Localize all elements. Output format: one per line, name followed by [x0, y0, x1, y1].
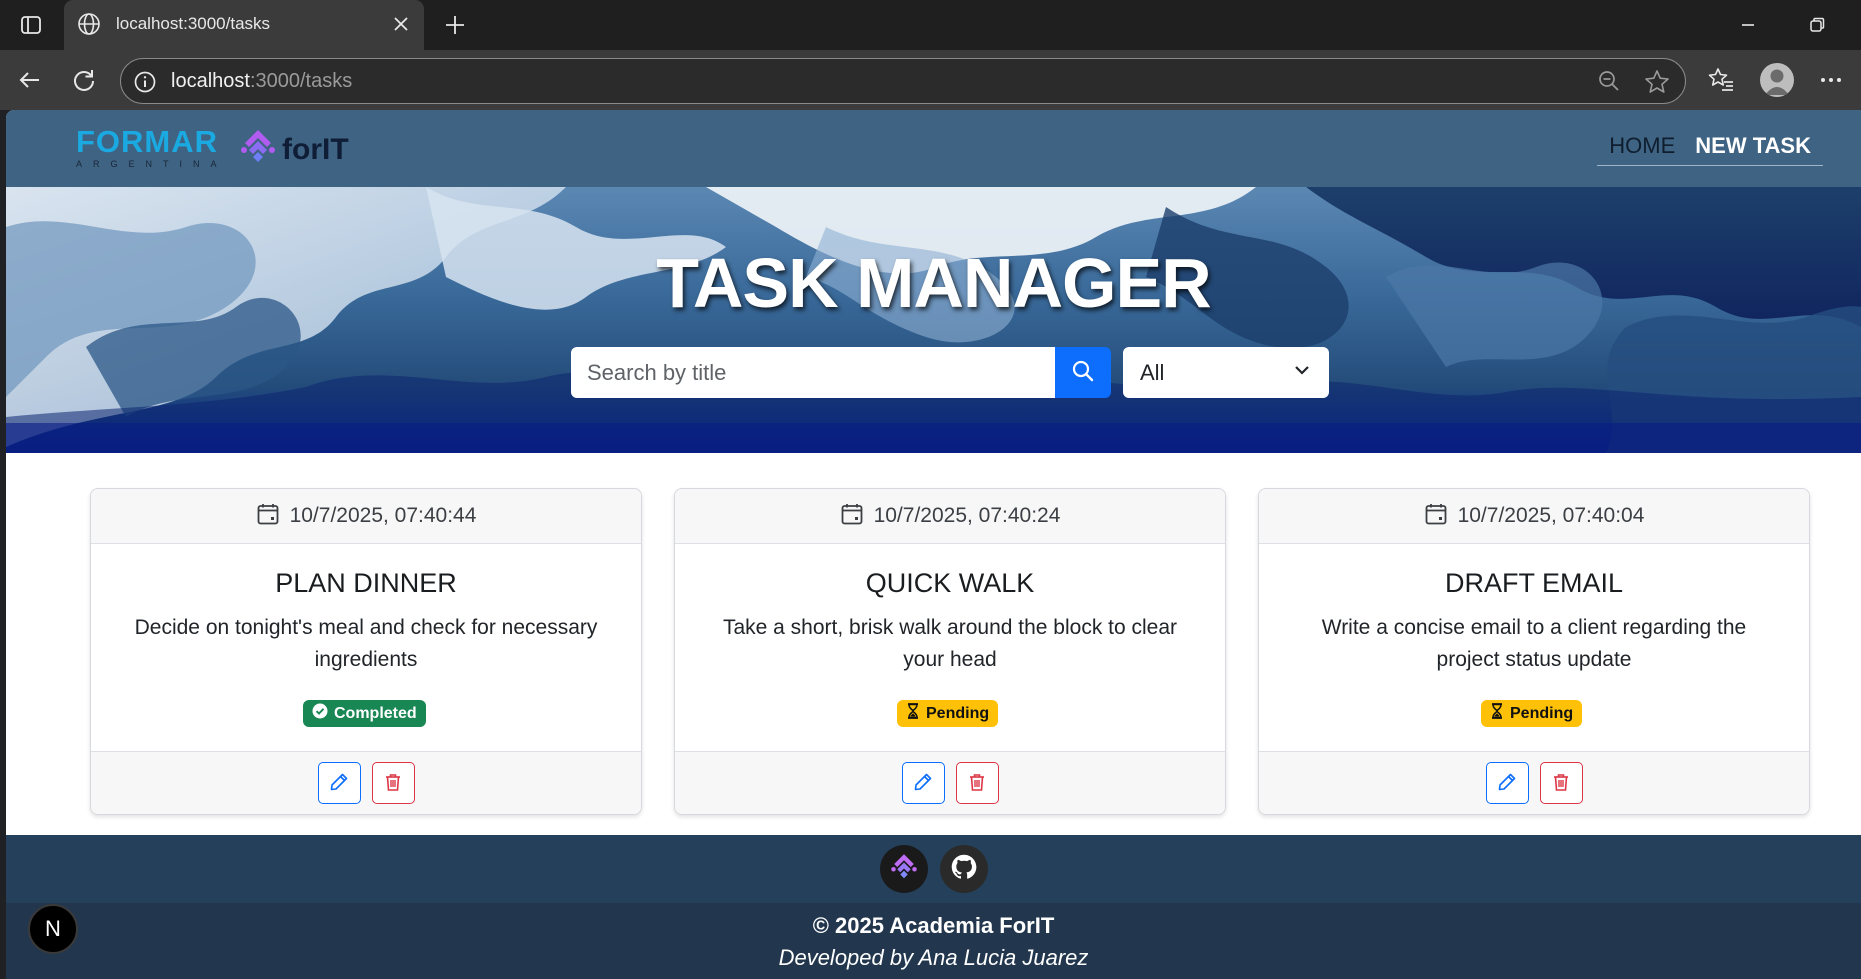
calendar-icon [256, 502, 280, 531]
chevron-down-icon [1293, 361, 1311, 384]
task-card: 10/7/2025, 07:40:04 DRAFT EMAIL Write a … [1258, 488, 1810, 815]
status-badge-label: Pending [1510, 704, 1574, 722]
trash-icon [1551, 772, 1571, 795]
close-icon[interactable] [390, 13, 412, 40]
task-card: 10/7/2025, 07:40:24 QUICK WALK Take a sh… [674, 488, 1226, 815]
delete-task-button[interactable] [371, 762, 415, 804]
formar-logo[interactable]: FORMAR ARGENTINA [76, 126, 228, 169]
minimize-icon[interactable] [1728, 8, 1768, 42]
info-icon[interactable] [133, 70, 157, 99]
status-badge: Pending [1481, 700, 1583, 727]
star-icon[interactable] [1643, 68, 1671, 101]
browser-tab[interactable]: localhost:3000/tasks [64, 0, 424, 50]
task-title: QUICK WALK [865, 568, 1035, 598]
github-icon [950, 853, 978, 886]
nav-links: HOME NEW TASK [1597, 126, 1823, 166]
task-card-header: 10/7/2025, 07:40:44 [91, 489, 641, 544]
plus-icon[interactable] [438, 8, 472, 42]
copyright-text: © 2025 Academia ForIT [812, 913, 1055, 938]
nav-new-task-link[interactable]: NEW TASK [1695, 133, 1811, 159]
back-icon[interactable] [12, 62, 48, 98]
task-date: 10/7/2025, 07:40:44 [289, 504, 477, 527]
site-footer: © 2025 Academia ForIT Developed by Ana L… [6, 835, 1861, 979]
trash-icon [383, 772, 403, 795]
search-input[interactable] [571, 347, 1055, 398]
task-card-body: PLAN DINNER Decide on tonight's meal and… [91, 544, 641, 751]
check-circle-icon [312, 703, 328, 724]
address-bar: localhost:3000/tasks [0, 50, 1861, 110]
search-button[interactable] [1055, 347, 1111, 398]
status-badge-label: Completed [334, 704, 417, 722]
developer-credit: Developed by Ana Lucia Juarez [778, 945, 1089, 970]
profile-icon[interactable] [1760, 63, 1794, 97]
task-title: DRAFT EMAIL [1444, 568, 1624, 598]
status-badge: Completed [303, 700, 426, 727]
task-date: 10/7/2025, 07:40:24 [873, 504, 1061, 527]
task-card-body: DRAFT EMAIL Write a concise email to a c… [1259, 544, 1809, 751]
task-title: PLAN DINNER [275, 568, 457, 598]
task-description: Write a concise email to a client regard… [1321, 616, 1747, 671]
pencil-icon [913, 772, 933, 795]
forit-logo[interactable]: forIT [238, 128, 349, 171]
browser-tab-bar: localhost:3000/tasks [0, 0, 1861, 50]
page-title: TASK MANAGER [656, 244, 1211, 322]
reload-icon[interactable] [66, 62, 102, 98]
edit-task-button[interactable] [317, 762, 361, 804]
status-badge-label: Pending [926, 704, 990, 722]
task-card-body: QUICK WALK Take a short, brisk walk arou… [675, 544, 1225, 751]
footer-social-links [6, 835, 1861, 903]
task-description: Take a short, brisk walk around the bloc… [722, 616, 1178, 671]
url-field[interactable]: localhost:3000/tasks [120, 58, 1686, 104]
restore-icon[interactable] [1797, 8, 1837, 42]
site-navbar: FORMAR ARGENTINA forIT HOME NEW TASK [6, 110, 1861, 187]
calendar-icon [1424, 502, 1448, 531]
tab-title: localhost:3000/tasks [116, 14, 271, 33]
url-text: localhost:3000/tasks [171, 70, 353, 92]
pencil-icon [329, 772, 349, 795]
nav-home-link[interactable]: HOME [1609, 133, 1675, 159]
task-description: Decide on tonight's meal and check for n… [134, 616, 598, 671]
search-group [571, 347, 1111, 398]
calendar-icon [840, 502, 864, 531]
task-card-footer [91, 751, 641, 814]
task-date: 10/7/2025, 07:40:04 [1457, 504, 1645, 527]
delete-task-button[interactable] [1539, 762, 1583, 804]
more-icon[interactable] [1812, 61, 1850, 99]
page-viewport: FORMAR ARGENTINA forIT HOME NEW TASK TAS… [6, 110, 1861, 979]
status-filter-value: All [1140, 359, 1165, 385]
forit-icon [889, 852, 919, 887]
hero-banner: TASK MANAGER All [6, 187, 1861, 453]
forit-icon [238, 128, 278, 171]
task-list: 10/7/2025, 07:40:44 PLAN DINNER Decide o… [90, 488, 1813, 818]
edit-task-button[interactable] [901, 762, 945, 804]
task-card-footer [1259, 751, 1809, 814]
hourglass-icon [1490, 703, 1504, 724]
forit-social-link[interactable] [879, 845, 928, 893]
status-filter-select[interactable]: All [1123, 347, 1329, 398]
trash-icon [967, 772, 987, 795]
sidebar-icon[interactable] [16, 10, 46, 40]
pencil-icon [1497, 772, 1517, 795]
globe-icon [76, 11, 102, 42]
delete-task-button[interactable] [955, 762, 999, 804]
status-badge: Pending [897, 700, 999, 727]
search-icon [1071, 359, 1095, 386]
github-link[interactable] [939, 845, 988, 893]
task-card-footer [675, 751, 1225, 814]
nextjs-dev-indicator[interactable]: N [28, 904, 78, 954]
task-card-header: 10/7/2025, 07:40:04 [1259, 489, 1809, 544]
edit-task-button[interactable] [1485, 762, 1529, 804]
favorites-icon[interactable] [1702, 61, 1740, 99]
zoom-out-icon[interactable] [1597, 69, 1621, 98]
task-card: 10/7/2025, 07:40:44 PLAN DINNER Decide o… [90, 488, 642, 815]
hourglass-icon [906, 703, 920, 724]
task-card-header: 10/7/2025, 07:40:24 [675, 489, 1225, 544]
